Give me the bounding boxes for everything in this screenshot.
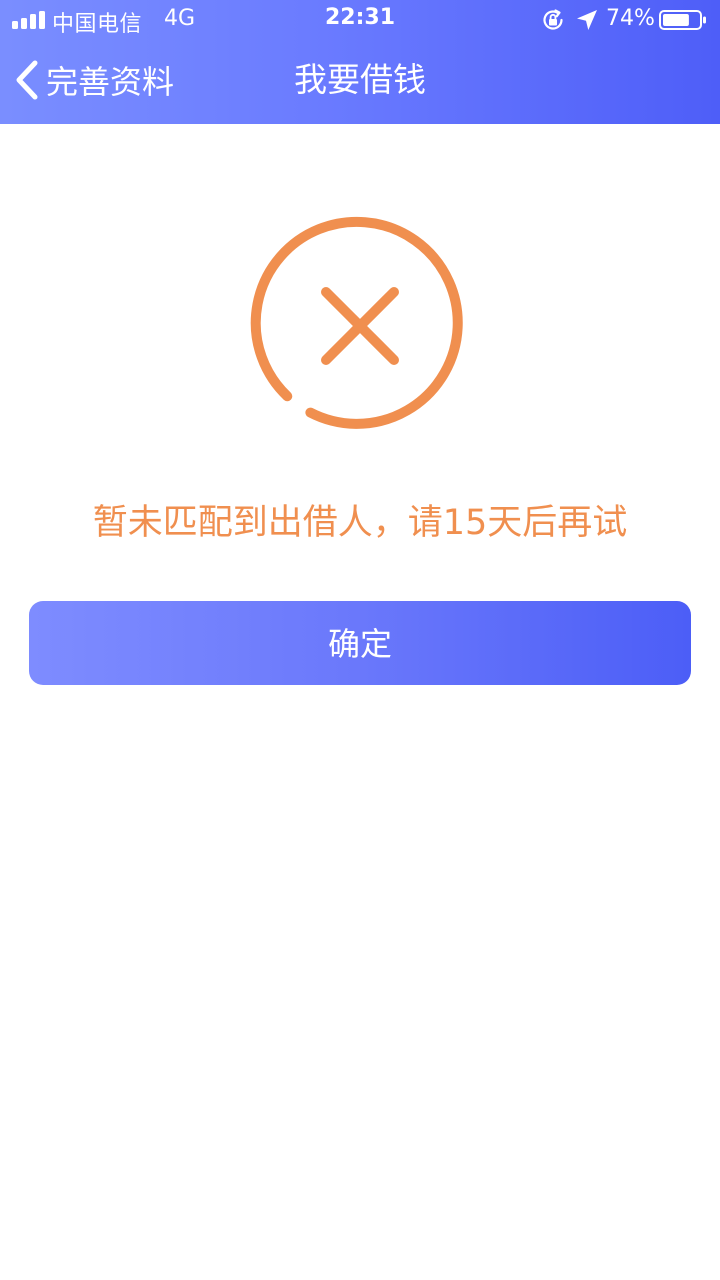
error-x-circle-icon bbox=[250, 216, 463, 429]
battery-percent: 74% bbox=[606, 6, 655, 31]
chevron-left-icon bbox=[16, 60, 38, 100]
rotation-lock-icon bbox=[543, 9, 563, 30]
battery-icon bbox=[659, 10, 706, 30]
back-label: 完善资料 bbox=[46, 63, 175, 101]
status-bar: 中国电信 4G 22:31 74% bbox=[0, 0, 720, 40]
back-button[interactable]: 完善资料 bbox=[14, 56, 174, 104]
header: 中国电信 4G 22:31 74% 完善资料 我要借钱 bbox=[0, 0, 720, 124]
screen: 中国电信 4G 22:31 74% 完善资料 我要借钱 暂未匹配到出借人，请15… bbox=[0, 0, 720, 1280]
location-arrow-icon bbox=[577, 10, 597, 30]
confirm-button[interactable]: 确定 bbox=[29, 601, 691, 685]
result-message: 暂未匹配到出借人，请15天后再试 bbox=[92, 503, 628, 543]
